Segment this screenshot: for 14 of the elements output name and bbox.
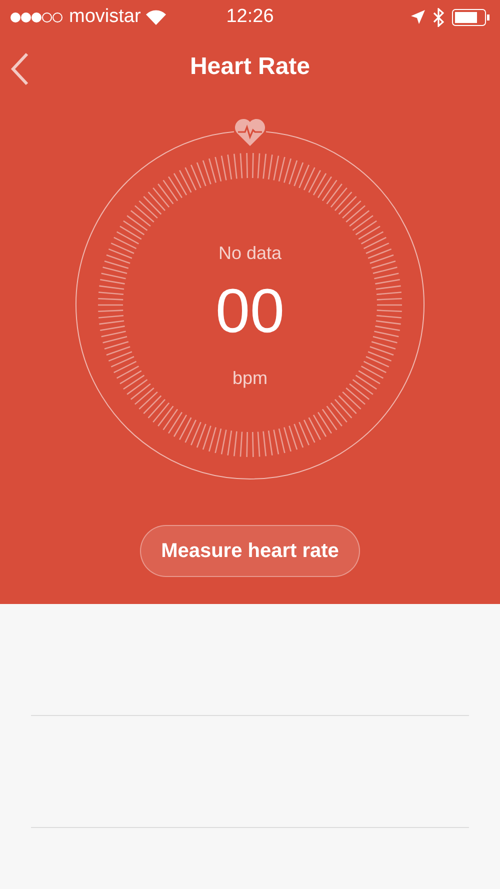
heart-rate-value: 00 <box>216 277 284 347</box>
bluetooth-icon <box>433 8 444 26</box>
measure-button[interactable]: Measure heart rate <box>140 525 360 577</box>
page-title: Heart Rate <box>190 53 310 81</box>
carrier-name: movistar <box>69 6 141 28</box>
wifi-icon <box>146 10 166 24</box>
location-arrow-icon <box>411 10 425 24</box>
status-text: No data <box>218 243 282 264</box>
unit-label: bpm <box>232 368 268 389</box>
signal-icon <box>10 12 64 22</box>
back-button[interactable] <box>10 52 30 86</box>
battery-icon <box>452 8 490 26</box>
heart-icon <box>234 117 266 147</box>
clock-time: 12:26 <box>226 6 274 28</box>
